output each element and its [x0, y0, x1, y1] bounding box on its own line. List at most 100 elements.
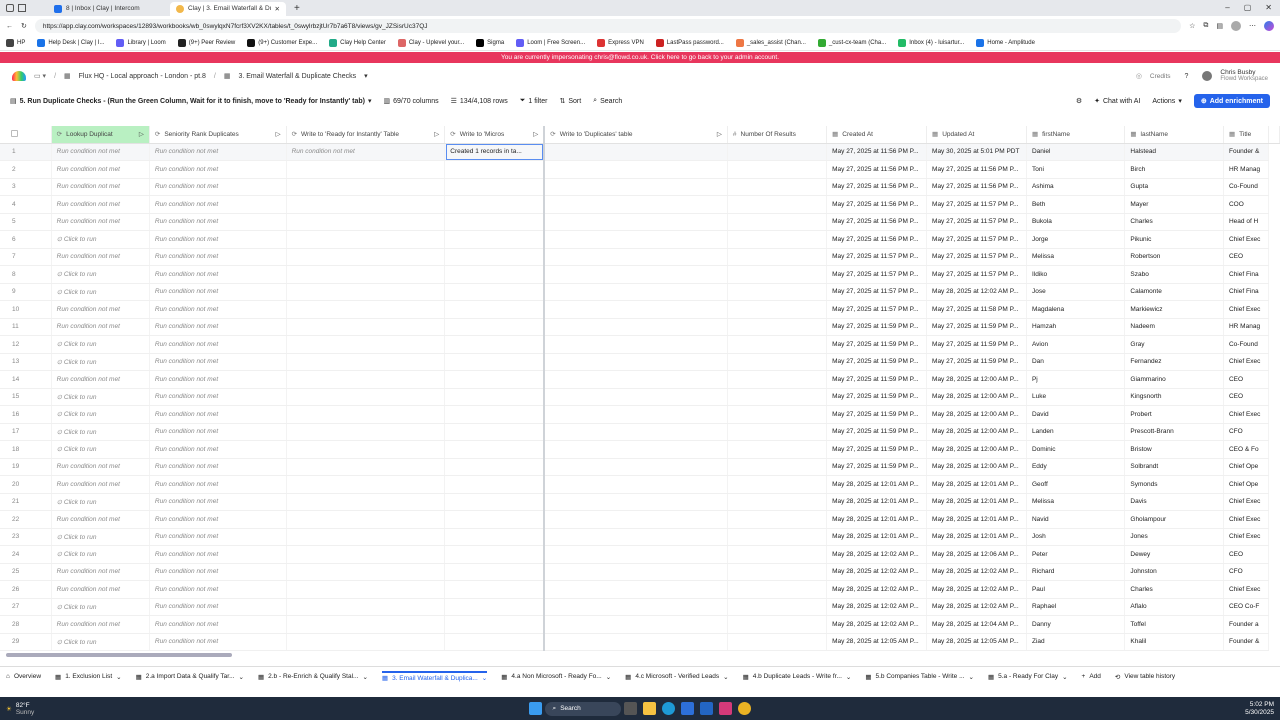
table-cell[interactable]: May 28, 2025 at 12:00 AM P... [926, 440, 1027, 459]
sheet-tab[interactable]: ▦ 2.b - Re-Enrich & Qualify Stal... ⌄ [258, 673, 368, 681]
table-cell[interactable]: May 27, 2025 at 11:59 PM P... [926, 318, 1027, 336]
table-cell[interactable]: Chief Exec [1223, 493, 1270, 511]
table-cell[interactable]: Richard [1026, 563, 1126, 581]
table-row[interactable]: 25 Run condition not met Run condition not… [0, 563, 1280, 581]
table-row[interactable]: 15 ⊙ Click to run Run condition not met May… [0, 388, 1280, 406]
table-cell[interactable]: May 28, 2025 at 12:05 AM P... [926, 633, 1027, 651]
run-column-play-icon[interactable]: ▷ [533, 130, 538, 138]
column-header[interactable]: ▦ firstName [1026, 126, 1126, 144]
table-cell[interactable]: May 27, 2025 at 11:59 PM P... [826, 440, 928, 459]
table-cell[interactable] [286, 545, 446, 564]
table-row[interactable]: 7 Run condition not met Run condition not … [0, 248, 1280, 266]
table-cell[interactable]: CFO [1223, 423, 1270, 441]
table-cell[interactable]: Run condition not met [149, 633, 287, 651]
table-cell[interactable] [286, 283, 446, 301]
table-cell[interactable]: Run condition not met [149, 405, 287, 424]
table-cell[interactable]: Run condition not met [149, 423, 287, 441]
table-cell[interactable]: CEO [1223, 388, 1270, 406]
play-circle-icon[interactable]: ⊙ [57, 411, 64, 418]
url-field[interactable]: https://app.clay.com/workspaces/12893/wo… [34, 19, 1182, 33]
table-cell[interactable]: Run condition not met [149, 335, 287, 354]
table-cell[interactable] [544, 423, 728, 441]
table-cell[interactable]: Birch [1124, 160, 1224, 179]
table-cell[interactable] [286, 633, 446, 651]
table-cell[interactable] [444, 633, 546, 651]
bookmark-item[interactable]: Help Desk | Clay | I... [37, 39, 104, 47]
view-table-history-button[interactable]: ⟲ View table history [1115, 673, 1175, 681]
table-cell[interactable]: Chief Exec [1223, 405, 1270, 424]
browser-tab-clay[interactable]: Clay | 3. Email Waterfall & Duplic... ✕ [170, 1, 286, 16]
credits-link[interactable]: Credits [1150, 73, 1171, 80]
play-circle-icon[interactable]: ⊙ [57, 639, 64, 646]
close-window-icon[interactable]: ✕ [1265, 3, 1272, 12]
table-cell[interactable]: ⊙ Click to run [51, 353, 150, 371]
table-cell[interactable] [286, 318, 446, 336]
chevron-down-icon[interactable]: ⌄ [1062, 673, 1067, 681]
table-cell[interactable]: May 28, 2025 at 12:02 AM P... [826, 598, 928, 616]
table-cell[interactable]: Run condition not met [149, 563, 287, 581]
add-enrichment-button[interactable]: ⊕ Add enrichment [1193, 94, 1270, 108]
table-row[interactable]: 3 Run condition not met Run condition not … [0, 178, 1280, 196]
table-cell[interactable]: Run condition not met [149, 160, 287, 179]
table-cell[interactable]: Run condition not met [51, 563, 150, 581]
table-cell[interactable] [727, 528, 828, 546]
column-header[interactable]: ⟳ Write to 'Ready for Instantly' Table ▷ [286, 126, 446, 144]
table-cell[interactable]: May 27, 2025 at 11:56 PM P... [826, 178, 928, 196]
table-cell[interactable]: Created 1 records in ta... [444, 143, 546, 161]
sheet-tab[interactable]: ▦ 4.a Non Microsoft - Ready Fo... ⌄ [501, 673, 611, 681]
table-cell[interactable]: May 27, 2025 at 11:57 PM P... [926, 265, 1027, 284]
table-cell[interactable] [444, 230, 546, 249]
table-cell[interactable] [444, 458, 546, 476]
table-cell[interactable]: May 28, 2025 at 12:02 AM P... [826, 580, 928, 599]
table-cell[interactable]: May 28, 2025 at 12:01 AM P... [826, 475, 928, 494]
rows-button[interactable]: ☰ 134/4,108 rows [451, 97, 508, 106]
table-cell[interactable]: Run condition not met [149, 300, 287, 319]
table-cell[interactable] [286, 580, 446, 599]
table-cell[interactable]: Raphael [1026, 598, 1126, 616]
sheet-tab[interactable]: ▦ 4.b Duplicate Leads - Write fr... ⌄ [743, 673, 852, 681]
table-row[interactable]: 6 ⊙ Click to run Run condition not met May … [0, 230, 1280, 249]
table-cell[interactable]: Chief Fina [1223, 265, 1270, 284]
table-cell[interactable]: May 30, 2025 at 5:01 PM PDT [926, 143, 1027, 161]
clay-logo-icon[interactable] [12, 71, 26, 81]
table-cell[interactable]: May 27, 2025 at 11:59 PM P... [926, 335, 1027, 354]
table-row[interactable]: 27 ⊙ Click to run Run condition not met May… [0, 598, 1280, 616]
table-cell[interactable]: Giammarino [1124, 370, 1224, 389]
table-row[interactable]: 24 ⊙ Click to run Run condition not met May… [0, 545, 1280, 564]
table-cell[interactable]: Chief Exec [1223, 510, 1270, 529]
table-cell[interactable]: Solbrandt [1124, 458, 1224, 476]
table-cell[interactable] [444, 353, 546, 371]
table-cell[interactable]: May 28, 2025 at 12:05 AM P... [826, 633, 928, 651]
table-cell[interactable] [727, 475, 828, 494]
bookmark-item[interactable]: _cust-cx-team (Cha... [817, 39, 886, 47]
bookmark-item[interactable]: (9+) Peer Review [177, 39, 235, 47]
table-cell[interactable] [727, 598, 828, 616]
table-cell[interactable]: Jorge [1026, 230, 1126, 249]
table-row[interactable]: 16 ⊙ Click to run Run condition not met May… [0, 405, 1280, 424]
table-cell[interactable]: May 27, 2025 at 11:56 PM P... [826, 230, 928, 249]
table-cell[interactable]: Ildiko [1026, 265, 1126, 284]
select-all-checkbox[interactable] [0, 126, 52, 144]
table-cell[interactable] [727, 633, 828, 651]
table-cell[interactable] [544, 353, 728, 371]
bookmark-item[interactable]: _sales_assist (Chan... [735, 39, 806, 47]
table-cell[interactable] [444, 213, 546, 231]
table-cell[interactable] [444, 370, 546, 389]
sheet-tab[interactable]: ▦ 5.a - Ready For Clay ⌄ [988, 673, 1068, 681]
table-cell[interactable] [286, 335, 446, 354]
table-cell[interactable] [727, 353, 828, 371]
table-cell[interactable]: ⊙ Click to run [51, 230, 150, 249]
table-cell[interactable]: Gupta [1124, 178, 1224, 196]
table-cell[interactable] [444, 283, 546, 301]
chevron-down-icon[interactable]: ▾ [364, 72, 368, 80]
table-row[interactable]: 9 ⊙ Click to run Run condition not met May … [0, 283, 1280, 301]
table-cell[interactable]: Dan [1026, 353, 1126, 371]
column-header[interactable]: # Number Of Results [727, 126, 828, 144]
column-header[interactable]: ⟳ Write to 'Duplicates' table ▷ [544, 126, 728, 144]
table-cell[interactable]: Jose [1026, 283, 1126, 301]
table-cell[interactable]: ⊙ Click to run [51, 405, 150, 424]
table-cell[interactable] [544, 598, 728, 616]
table-cell[interactable]: Run condition not met [51, 143, 150, 161]
table-cell[interactable]: May 27, 2025 at 11:56 PM P... [826, 213, 928, 231]
table-cell[interactable]: Run condition not met [51, 580, 150, 599]
